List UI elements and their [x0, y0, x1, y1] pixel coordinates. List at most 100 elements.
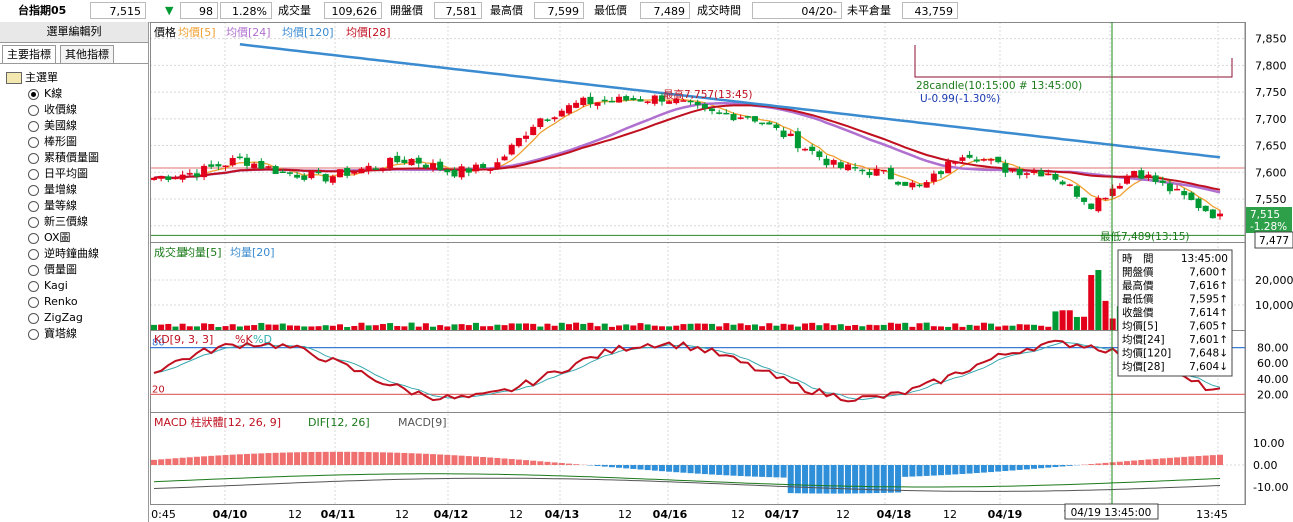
x-axis-label: 04/11	[321, 508, 356, 521]
macd-bar	[351, 451, 358, 465]
menu-item-label: 美國線	[44, 119, 77, 132]
volume-bar	[236, 326, 243, 330]
candle-body	[880, 169, 887, 172]
candle-body	[544, 119, 551, 121]
menu-root[interactable]: 主選單	[6, 70, 58, 86]
volume-bar	[937, 326, 944, 330]
macd-bar	[186, 457, 193, 465]
candle-body	[701, 104, 708, 109]
chart-area[interactable]: 7,8507,8007,7507,7007,6507,6007,5507,500…	[150, 22, 1293, 522]
candle-body	[1045, 173, 1052, 176]
macd-bar	[158, 459, 165, 465]
volume-bar	[251, 325, 258, 330]
tab-other-indicators[interactable]: 其他指標	[60, 45, 114, 63]
volume-bar	[945, 326, 952, 330]
tooltip-value: 7,604↓	[1189, 361, 1228, 373]
macd-tick-label: -10.00	[1253, 481, 1288, 494]
candle-body	[215, 164, 222, 167]
volume-bar	[508, 323, 515, 330]
change-value: 98	[180, 2, 218, 19]
radio-icon[interactable]	[28, 201, 39, 212]
macd-bar	[1188, 456, 1195, 465]
candle-body	[179, 174, 186, 180]
macd-bar	[215, 455, 222, 465]
candle-body	[723, 112, 730, 115]
macd-bar	[973, 465, 980, 474]
candle-body	[694, 102, 701, 105]
radio-icon[interactable]	[28, 265, 39, 276]
candle-body	[351, 171, 358, 174]
candle-body	[852, 167, 859, 169]
candle-body	[1195, 198, 1202, 209]
macd-bar	[895, 465, 902, 493]
radio-icon[interactable]	[28, 185, 39, 196]
x-axis-label: 12	[618, 508, 632, 521]
volume-bar	[387, 323, 394, 330]
radio-icon[interactable]	[28, 233, 39, 244]
macd-bar	[151, 459, 157, 465]
macd-bar	[988, 465, 995, 473]
volume-bar	[465, 325, 472, 330]
volume-bar	[802, 323, 809, 330]
radio-icon[interactable]	[28, 297, 39, 308]
x-axis-label: 04/19	[988, 508, 1023, 521]
macd-bar	[272, 452, 279, 465]
macd-bar	[673, 465, 680, 473]
candle-body	[151, 177, 157, 180]
tooltip-label: 時 間	[1122, 253, 1154, 265]
candle-body	[415, 157, 422, 164]
candle-body	[1016, 168, 1023, 176]
radio-icon[interactable]	[28, 249, 39, 260]
open-label: 開盤價	[390, 4, 423, 17]
volume-bar	[823, 323, 830, 330]
macd-bar	[594, 465, 601, 467]
volume-bar	[551, 325, 558, 330]
volume-bar	[1066, 310, 1073, 330]
macd-bar	[694, 465, 701, 474]
open-interest-label: 未平倉量	[847, 4, 891, 17]
x-axis-label: 13:45	[1196, 508, 1228, 521]
volume-bar	[222, 326, 229, 330]
radio-icon[interactable]	[28, 89, 39, 100]
candle-body	[322, 174, 329, 182]
radio-icon[interactable]	[28, 121, 39, 132]
radio-icon[interactable]	[28, 169, 39, 180]
volume-bar	[544, 323, 551, 330]
price-tick-label: 7,800	[1255, 59, 1287, 72]
macd-bar	[565, 463, 572, 465]
menu-item-label: 價量圖	[44, 263, 77, 276]
radio-icon[interactable]	[28, 137, 39, 148]
candle-body	[444, 169, 451, 173]
radio-icon[interactable]	[28, 153, 39, 164]
menu-item-label: 量等線	[44, 199, 77, 212]
menu-item-label: 收價線	[44, 103, 77, 116]
volume-bar	[852, 324, 859, 330]
menu-item-label: 寶塔線	[44, 327, 77, 340]
macd-bar	[1009, 465, 1016, 471]
candle-body	[465, 168, 472, 173]
candle-body	[1217, 213, 1223, 217]
menu-item-label: 累積價量圖	[44, 151, 99, 164]
radio-icon[interactable]	[28, 217, 39, 228]
volume-bar	[959, 326, 966, 330]
candle-body	[558, 110, 565, 117]
volume-bar	[301, 326, 308, 330]
radio-icon[interactable]	[28, 105, 39, 116]
volume-bar	[637, 323, 644, 330]
tooltip-label: 開盤價	[1122, 266, 1154, 279]
radio-icon[interactable]	[28, 313, 39, 324]
price-legend-item: 均價[28]	[346, 25, 391, 39]
volume-bar	[616, 325, 623, 330]
macd-bar	[558, 463, 565, 465]
radio-icon[interactable]	[28, 281, 39, 292]
volume-bar	[422, 323, 429, 330]
macd-bar	[315, 451, 322, 465]
x-axis-label: 12	[836, 508, 850, 521]
candle-body	[644, 101, 651, 103]
tab-main-indicators[interactable]: 主要指標	[2, 45, 56, 63]
macd-bar	[337, 451, 344, 465]
volume-bar	[1009, 325, 1016, 330]
volume-bar	[744, 325, 751, 330]
candle-body	[744, 116, 751, 118]
radio-icon[interactable]	[28, 329, 39, 340]
